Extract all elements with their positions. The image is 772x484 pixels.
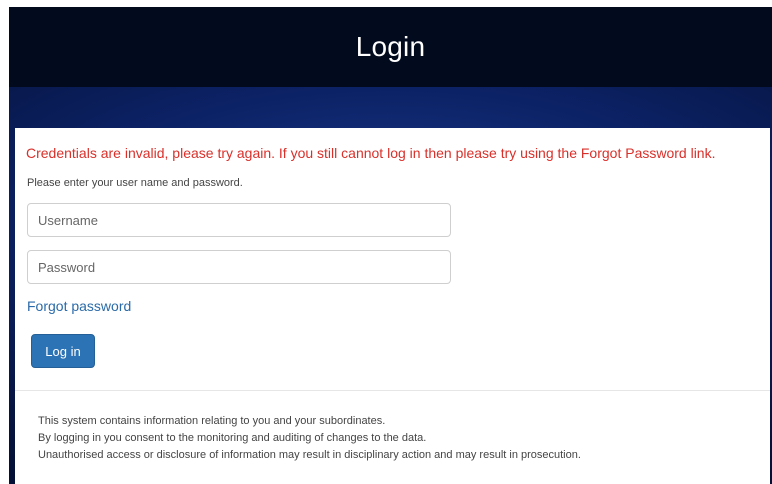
legal-notice: This system contains information relatin… — [38, 413, 581, 464]
header-bar: Login — [9, 7, 772, 87]
login-panel: Credentials are invalid, please try agai… — [15, 128, 770, 484]
notice-line: This system contains information relatin… — [38, 415, 386, 427]
forgot-password-link[interactable]: Forgot password — [27, 298, 131, 314]
page-title: Login — [355, 31, 426, 62]
username-input[interactable] — [27, 203, 451, 237]
login-button[interactable]: Log in — [31, 334, 95, 368]
password-input[interactable] — [27, 250, 451, 284]
divider — [15, 390, 770, 391]
notice-line: Unauthorised access or disclosure of inf… — [38, 449, 581, 461]
login-window: Login Credentials are invalid, please tr… — [9, 7, 772, 484]
login-instructions: Please enter your user name and password… — [27, 177, 243, 189]
notice-line: By logging in you consent to the monitor… — [38, 432, 427, 444]
error-message: Credentials are invalid, please try agai… — [26, 145, 716, 161]
